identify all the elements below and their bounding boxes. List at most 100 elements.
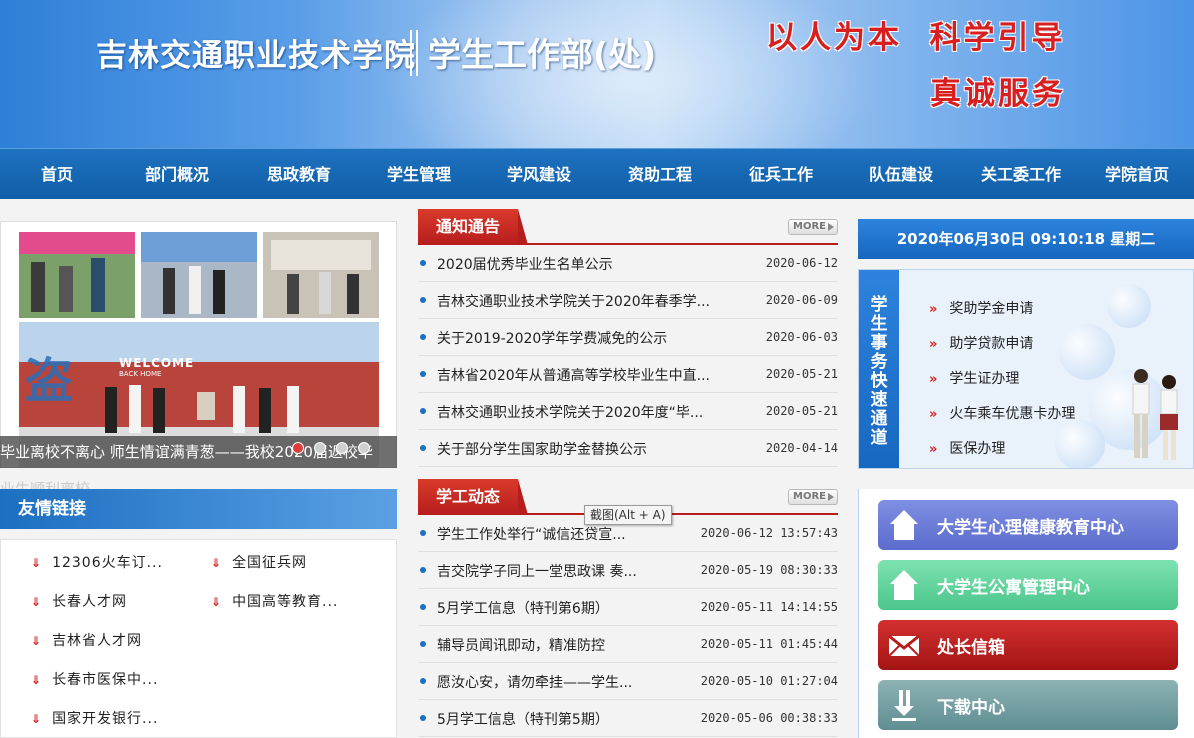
slide-dot-3[interactable]	[336, 442, 348, 454]
nav-item-college-home[interactable]: 学院首页	[1080, 149, 1194, 200]
fast-item-scholarship[interactable]: » 奖助学金申请	[929, 298, 1033, 318]
bullet-icon	[420, 530, 426, 536]
fast-item-loan[interactable]: » 助学贷款申请	[929, 333, 1033, 353]
service-apartment-center[interactable]: 大学生公寓管理中心	[878, 560, 1178, 610]
service-download-center[interactable]: 下载中心	[878, 680, 1178, 730]
slide-dot-1[interactable]	[292, 442, 304, 454]
fast-item-label: 火车乘车优惠卡办理	[949, 406, 1076, 422]
notice-date: 2020-05-21	[765, 404, 838, 418]
notice-title: 关于2019-2020学年学费减免的公示	[437, 331, 668, 347]
friend-link-label: 国家开发银行...	[52, 711, 159, 727]
friend-link-medical[interactable]: ⇓ 长春市医保中...	[31, 669, 158, 689]
slide-welcome-text: WELCOME	[119, 356, 195, 370]
notice-row[interactable]: 吉林交通职业技术学院关于2020年度“毕... 2020-05-21	[418, 393, 838, 430]
news-slideshow[interactable]: 盗 WELCOME BACK HOME	[0, 221, 397, 468]
notice-row[interactable]: 吉林省2020年从普通高等学校毕业生中直... 2020-05-21	[418, 356, 838, 393]
side-title-char: 通	[870, 409, 888, 429]
bullet-icon	[420, 297, 426, 303]
nav-item-about[interactable]: 部门概况	[114, 149, 240, 200]
slide-pager	[292, 442, 370, 454]
side-title-char: 速	[870, 390, 888, 410]
notice-date: 2020-04-14	[765, 441, 838, 455]
fast-item-train-card[interactable]: » 火车乘车优惠卡办理	[929, 403, 1075, 423]
side-title-char: 事	[870, 333, 888, 353]
students-illustration	[1132, 369, 1178, 460]
news-tab[interactable]: 学工动态	[418, 479, 528, 515]
news-row[interactable]: 辅导员闻讯即动，精准防控 2020-05-11 01:45:44	[418, 626, 838, 663]
news-row[interactable]: 5月学工信息（特刊第6期） 2020-05-11 14:14:55	[418, 589, 838, 626]
triangle-right-icon	[828, 223, 834, 231]
fast-item-student-card[interactable]: » 学生证办理	[929, 368, 1019, 388]
friend-link-higher-edu[interactable]: ⇓ 中国高等教育...	[211, 591, 338, 611]
main-nav: 首页 部门概况 思政教育 学生管理 学风建设 资助工程 征兵工作 队伍建设 关工…	[0, 148, 1194, 199]
news-date: 2020-05-06 00:38:33	[700, 711, 838, 725]
double-chevron-right-icon: »	[929, 442, 938, 457]
notice-date: 2020-06-09	[765, 293, 838, 307]
school-name: 吉林交通职业技术学院	[96, 38, 416, 74]
nav-item-recruit[interactable]: 征兵工作	[722, 149, 840, 200]
news-more-button[interactable]: MORE	[788, 489, 838, 505]
slide-dot-2[interactable]	[314, 442, 326, 454]
friend-link-label: 全国征兵网	[232, 555, 308, 571]
bullet-icon	[420, 334, 426, 340]
fast-item-label: 奖助学金申请	[949, 301, 1034, 317]
decor-bubble	[1055, 420, 1105, 468]
friend-link-cdb[interactable]: ⇓ 国家开发银行...	[31, 708, 158, 728]
notice-row[interactable]: 关于部分学生国家助学金替换公示 2020-04-14	[418, 430, 838, 467]
news-date: 2020-05-11 01:45:44	[700, 637, 838, 651]
friend-link-jl-talent[interactable]: ⇓ 吉林省人才网	[31, 630, 142, 650]
double-chevron-down-icon: ⇓	[31, 595, 43, 609]
news-row[interactable]: 愿汝心安，请勿牵挂——学生... 2020-05-10 01:27:04	[418, 663, 838, 700]
nav-item-study-style[interactable]: 学风建设	[480, 149, 598, 200]
slide-welcome-subtext: BACK HOME	[119, 370, 162, 378]
slide-photo-collage: 盗	[1, 222, 396, 467]
double-chevron-right-icon: »	[929, 302, 938, 317]
notice-title: 吉林交通职业技术学院关于2020年度“毕...	[437, 405, 704, 421]
nav-item-aid[interactable]: 资助工程	[598, 149, 722, 200]
notices-tab[interactable]: 通知通告	[418, 209, 528, 245]
friend-link-label: 中国高等教育...	[232, 594, 339, 610]
nav-item-team[interactable]: 队伍建设	[840, 149, 962, 200]
notice-row[interactable]: 关于2019-2020学年学费减免的公示 2020-06-03	[418, 319, 838, 356]
slide-dot-4[interactable]	[358, 442, 370, 454]
friend-link-12306[interactable]: ⇓ 12306火车订...	[31, 552, 163, 572]
fast-item-label: 学生证办理	[949, 371, 1020, 387]
bullet-icon	[420, 678, 426, 684]
news-row[interactable]: 吉交院学子同上一堂思政课 奏... 2020-05-19 08:30:33	[418, 552, 838, 589]
double-chevron-right-icon: »	[929, 407, 938, 422]
download-icon	[892, 690, 916, 721]
news-row[interactable]: 5月学工信息（特刊第5期） 2020-05-06 00:38:33	[418, 700, 838, 737]
notice-row[interactable]: 吉林交通职业技术学院关于2020年春季学... 2020-06-09	[418, 282, 838, 319]
friend-link-label: 吉林省人才网	[52, 633, 143, 649]
news-title: 5月学工信息（特刊第5期）	[437, 712, 609, 728]
notice-row[interactable]: 2020届优秀毕业生名单公示 2020-06-12	[418, 245, 838, 282]
fast-item-medical[interactable]: » 医保办理	[929, 438, 1005, 458]
notice-title: 关于部分学生国家助学金替换公示	[437, 442, 647, 458]
nav-item-home[interactable]: 首页	[0, 149, 114, 200]
news-title: 吉交院学子同上一堂思政课 奏...	[437, 564, 637, 580]
friend-link-cc-talent[interactable]: ⇓ 长春人才网	[31, 591, 127, 611]
news-date: 2020-05-19 08:30:33	[700, 563, 838, 577]
nav-item-student-mgmt[interactable]: 学生管理	[358, 149, 480, 200]
notices-more-button[interactable]: MORE	[788, 219, 838, 235]
nav-item-care-committee[interactable]: 关工委工作	[962, 149, 1080, 200]
service-label: 处长信箱	[937, 638, 1005, 658]
friend-link-recruit[interactable]: ⇓ 全国征兵网	[211, 552, 307, 572]
nav-item-ideology[interactable]: 思政教育	[240, 149, 358, 200]
friend-links-title: 友情链接	[18, 499, 86, 519]
friend-links-box: ⇓ 12306火车订... ⇓ 全国征兵网 ⇓ 长春人才网 ⇓ 中国高等教育... ⇓ 吉…	[0, 539, 397, 738]
service-label: 大学生心理健康教育中心	[937, 518, 1124, 538]
bullet-icon	[420, 445, 426, 451]
fast-item-label: 医保办理	[949, 441, 1006, 457]
service-psychology-center[interactable]: 大学生心理健康教育中心	[878, 500, 1178, 550]
side-title-char: 学	[870, 295, 888, 315]
more-label: MORE	[793, 491, 826, 502]
news-date: 2020-06-12 13:57:43	[700, 526, 838, 540]
side-title-char: 道	[870, 428, 888, 448]
svg-text:盗: 盗	[25, 353, 73, 409]
home-icon	[890, 510, 918, 540]
double-chevron-down-icon: ⇓	[31, 634, 43, 648]
notice-date: 2020-06-03	[765, 330, 838, 344]
side-title-char: 快	[870, 371, 888, 391]
service-director-mailbox[interactable]: 处长信箱	[878, 620, 1178, 670]
